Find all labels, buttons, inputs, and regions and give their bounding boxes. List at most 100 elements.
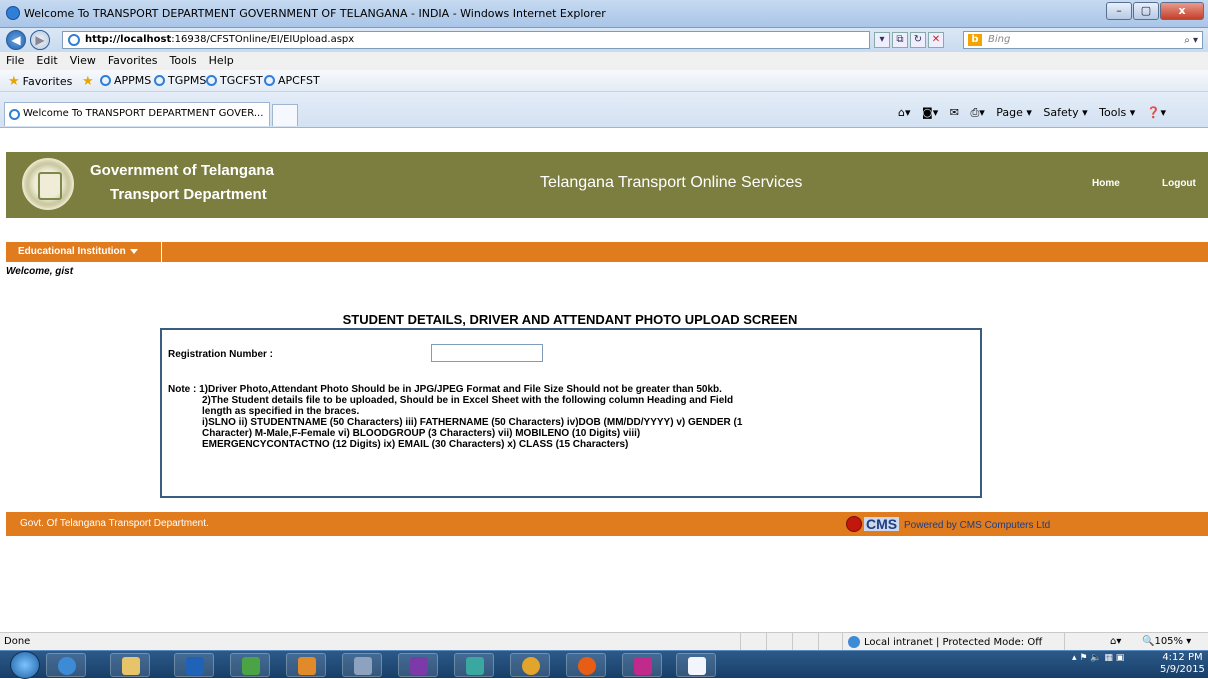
print-icon[interactable]: ⎙▾ <box>970 106 984 119</box>
note-line: 2)The Student details file to be uploade… <box>202 395 734 406</box>
search-box[interactable]: b Bing ⌕ ▾ <box>963 31 1203 49</box>
logout-link[interactable]: Logout <box>1162 178 1196 189</box>
nav-bar: Educational Institution <box>6 242 1208 262</box>
menu-help[interactable]: Help <box>203 52 240 67</box>
address-path: :16938/CFSTOnline/EI/EIUpload.aspx <box>171 34 355 45</box>
taskbar-ie[interactable] <box>46 653 86 677</box>
address-row: ◀ ▶ http://localhost:16938/CFSTOnline/EI… <box>0 28 1208 52</box>
menu-favorites[interactable]: Favorites <box>102 52 164 67</box>
ie-icon <box>100 75 111 86</box>
compat-view-icon[interactable]: ⧉ <box>892 32 908 48</box>
status-bar: Done Local intranet | Protected Mode: Of… <box>0 632 1208 651</box>
welcome-text: Welcome, gist <box>6 266 74 277</box>
close-button[interactable]: x <box>1160 2 1204 20</box>
note-line: length as specified in the braces. <box>202 406 360 417</box>
status-divider <box>818 633 819 651</box>
chevron-down-icon <box>129 248 138 254</box>
taskbar-app2[interactable] <box>454 653 494 677</box>
taskbar-paint[interactable] <box>622 653 662 677</box>
menu-tools[interactable]: Tools <box>164 52 203 67</box>
menu-edit[interactable]: Edit <box>30 52 63 67</box>
ie-icon <box>154 75 165 86</box>
note-text: Note : 1)Driver Photo,Attendant Photo Sh… <box>168 384 768 450</box>
help-icon[interactable]: ❓▾ <box>1147 106 1166 119</box>
page-footer: Govt. Of Telangana Transport Department.… <box>6 512 1208 536</box>
window-title: Welcome To TRANSPORT DEPARTMENT GOVERNME… <box>24 7 606 20</box>
menu-view[interactable]: View <box>64 52 102 67</box>
page-content: Government of Telangana Transport Depart… <box>0 128 1208 632</box>
educational-institution-menu[interactable]: Educational Institution <box>12 242 162 262</box>
favorites-button[interactable]: ★ Favorites <box>8 74 72 89</box>
ie-page-icon <box>68 34 80 46</box>
taskbar-word[interactable] <box>676 653 716 677</box>
ie-icon <box>9 109 20 120</box>
safety-menu[interactable]: Safety ▾ <box>1043 106 1087 119</box>
refresh-icon[interactable]: ↻ <box>910 32 926 48</box>
forward-button[interactable]: ▶ <box>30 30 50 50</box>
menu-file[interactable]: File <box>0 52 30 67</box>
taskbar-firefox[interactable] <box>566 653 606 677</box>
home-link[interactable]: Home <box>1092 178 1120 189</box>
taskbar-explorer[interactable] <box>110 653 150 677</box>
maximize-button[interactable]: ▢ <box>1133 2 1159 20</box>
fav-link-label: APPMS <box>114 74 152 87</box>
favorites-label: Favorites <box>22 75 73 88</box>
browser-tab[interactable]: Welcome To TRANSPORT DEPARTMENT GOVER... <box>4 102 270 126</box>
cms-logo-mark <box>846 516 862 532</box>
page-menu[interactable]: Page ▾ <box>996 106 1032 119</box>
ie-icon <box>264 75 275 86</box>
zoom-value: 105% <box>1154 636 1184 647</box>
tools-menu[interactable]: Tools ▾ <box>1099 106 1135 119</box>
mail-icon[interactable]: ✉ <box>950 106 959 119</box>
gov-title: Government of Telangana <box>90 162 274 179</box>
address-bar[interactable]: http://localhost:16938/CFSTOnline/EI/EIU… <box>62 31 870 49</box>
system-tray[interactable]: ▴ ⚑ 🔈 ▦ ▣ <box>1072 653 1124 663</box>
header-banner: Government of Telangana Transport Depart… <box>6 152 1208 218</box>
taskbar-outlook[interactable] <box>174 653 214 677</box>
zoom-level[interactable]: 🔍105% ▾ <box>1142 636 1191 647</box>
fav-link-apcfst[interactable]: APCFST <box>264 74 320 87</box>
status-divider <box>740 633 741 651</box>
search-placeholder: Bing <box>988 34 1011 45</box>
status-divider <box>842 633 843 651</box>
fav-link-label: TGCFST <box>220 74 263 87</box>
fav-link-appms[interactable]: APPMS <box>100 74 151 87</box>
fav-link-label: APCFST <box>278 74 320 87</box>
status-divider <box>1064 633 1065 651</box>
taskbar-visual-studio[interactable] <box>230 653 270 677</box>
clock-date: 5/9/2015 <box>1160 664 1205 675</box>
taskbar-tools[interactable] <box>342 653 382 677</box>
fav-link-tgpms[interactable]: TGPMS <box>154 74 206 87</box>
home-icon[interactable]: ⌂▾ <box>898 106 911 119</box>
add-favorite-icon[interactable]: ★ <box>82 74 94 89</box>
feeds-icon[interactable]: ◙▾ <box>922 106 938 119</box>
taskbar: ▴ ⚑ 🔈 ▦ ▣ 4:12 PM 5/9/2015 <box>0 650 1208 679</box>
taskbar-app[interactable] <box>286 653 326 677</box>
globe-icon <box>848 636 860 648</box>
registration-input[interactable] <box>431 344 543 362</box>
star-icon: ★ <box>8 74 20 89</box>
minimize-button[interactable]: – <box>1106 2 1132 20</box>
status-divider <box>792 633 793 651</box>
zone-label: Local intranet | Protected Mode: Off <box>864 636 1043 648</box>
new-tab-button[interactable] <box>272 104 298 126</box>
stop-icon[interactable]: ✕ <box>928 32 944 48</box>
security-zone[interactable]: Local intranet | Protected Mode: Off <box>848 636 1042 648</box>
address-host: http://localhost <box>85 34 172 45</box>
protected-mode-icon[interactable]: ⌂▾ <box>1110 636 1121 647</box>
ie-icon <box>206 75 217 86</box>
note-line: Character) M-Male,F-Female vi) BLOODGROU… <box>202 428 641 439</box>
status-text: Done <box>4 636 31 647</box>
back-button[interactable]: ◀ <box>6 30 26 50</box>
start-button[interactable] <box>10 651 40 679</box>
taskbar-vs2[interactable] <box>398 653 438 677</box>
taskbar-chrome[interactable] <box>510 653 550 677</box>
fav-link-tgcfst[interactable]: TGCFST <box>206 74 263 87</box>
search-icon[interactable]: ⌕ ▾ <box>1184 33 1198 49</box>
dropdown-icon[interactable]: ▾ <box>874 32 890 48</box>
cms-logo-text: CMS <box>864 516 900 532</box>
clock[interactable]: 4:12 PM 5/9/2015 <box>1160 652 1205 676</box>
tab-row: Welcome To TRANSPORT DEPARTMENT GOVER...… <box>0 92 1208 128</box>
upload-form: Registration Number : Note : 1)Driver Ph… <box>160 328 982 498</box>
window-titlebar: Welcome To TRANSPORT DEPARTMENT GOVERNME… <box>0 0 1208 28</box>
